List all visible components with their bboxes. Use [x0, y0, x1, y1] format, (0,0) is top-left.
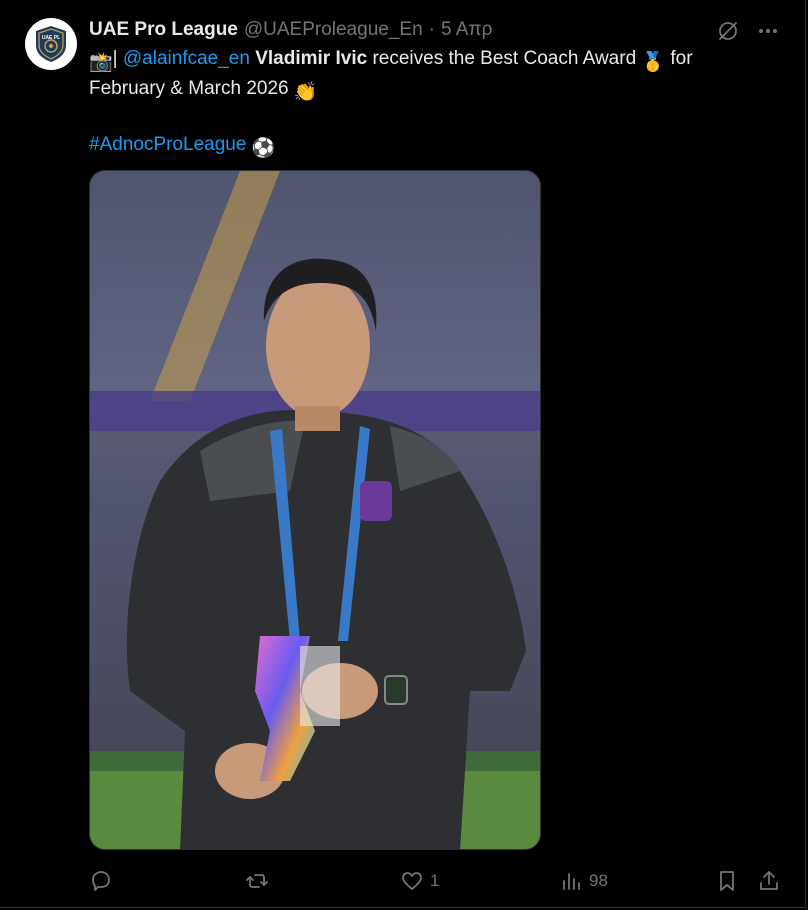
top-actions — [717, 20, 779, 47]
pipe-char: | — [112, 48, 118, 69]
tweet-header: UAE Pro League @UAEProleague_En · 5 Απρ — [89, 18, 492, 42]
repost-icon — [246, 874, 268, 888]
clap-emoji: 👏 — [293, 82, 318, 103]
views-button[interactable]: 98 — [559, 866, 608, 896]
tweet-article[interactable]: UAE PL UAE Pro League @UAEProleague_En ·… — [0, 0, 806, 908]
tweet-line-2-text: February & March 2026 — [89, 78, 289, 99]
tweet-text-1: receives the Best Coach Award — [372, 48, 637, 69]
share-button[interactable] — [757, 866, 781, 896]
action-bar: 1 98 — [89, 866, 789, 896]
camera-emoji: 📸 — [89, 52, 113, 73]
league-logo-icon: UAE PL — [36, 26, 66, 62]
medal-emoji: 🥇 — [641, 52, 666, 73]
like-button[interactable]: 1 — [400, 866, 439, 896]
share-icon — [760, 871, 778, 890]
tweet-photo[interactable] — [89, 170, 541, 850]
bookmark-icon — [720, 871, 734, 891]
reply-icon — [92, 871, 110, 891]
avatar[interactable]: UAE PL — [25, 18, 77, 70]
grok-icon[interactable] — [717, 20, 739, 47]
views-count: 98 — [589, 871, 608, 890]
photo-illustration — [90, 171, 540, 849]
tweet-line-1: 📸| @alainfcae_en Vladimir Ivic receives … — [89, 46, 769, 76]
user-handle[interactable]: @UAEProleague_En — [244, 19, 423, 41]
views-icon — [563, 873, 580, 890]
avatar-label: UAE PL — [42, 35, 60, 41]
tweet-line-2: February & March 2026 👏 — [89, 76, 769, 106]
like-icon — [402, 872, 422, 890]
repost-button[interactable] — [245, 866, 275, 896]
bookmark-button[interactable] — [715, 866, 739, 896]
tweet-text: 📸| @alainfcae_en Vladimir Ivic receives … — [89, 46, 769, 162]
reply-button[interactable] — [89, 866, 119, 896]
mention-link[interactable]: @alainfcae_en — [123, 48, 250, 69]
tweet-line-3: #AdnocProLeague ⚽ — [89, 132, 769, 162]
like-count: 1 — [430, 871, 440, 890]
more-icon[interactable] — [757, 20, 779, 47]
hashtag-link[interactable]: #AdnocProLeague — [89, 134, 246, 155]
display-name[interactable]: UAE Pro League — [89, 19, 238, 41]
separator: · — [428, 19, 435, 40]
timestamp[interactable]: 5 Απρ — [441, 19, 492, 41]
tweet-text-2: for — [670, 48, 693, 69]
bold-name: Vladimir Ivic — [255, 48, 368, 69]
ball-emoji: ⚽ — [251, 138, 276, 159]
